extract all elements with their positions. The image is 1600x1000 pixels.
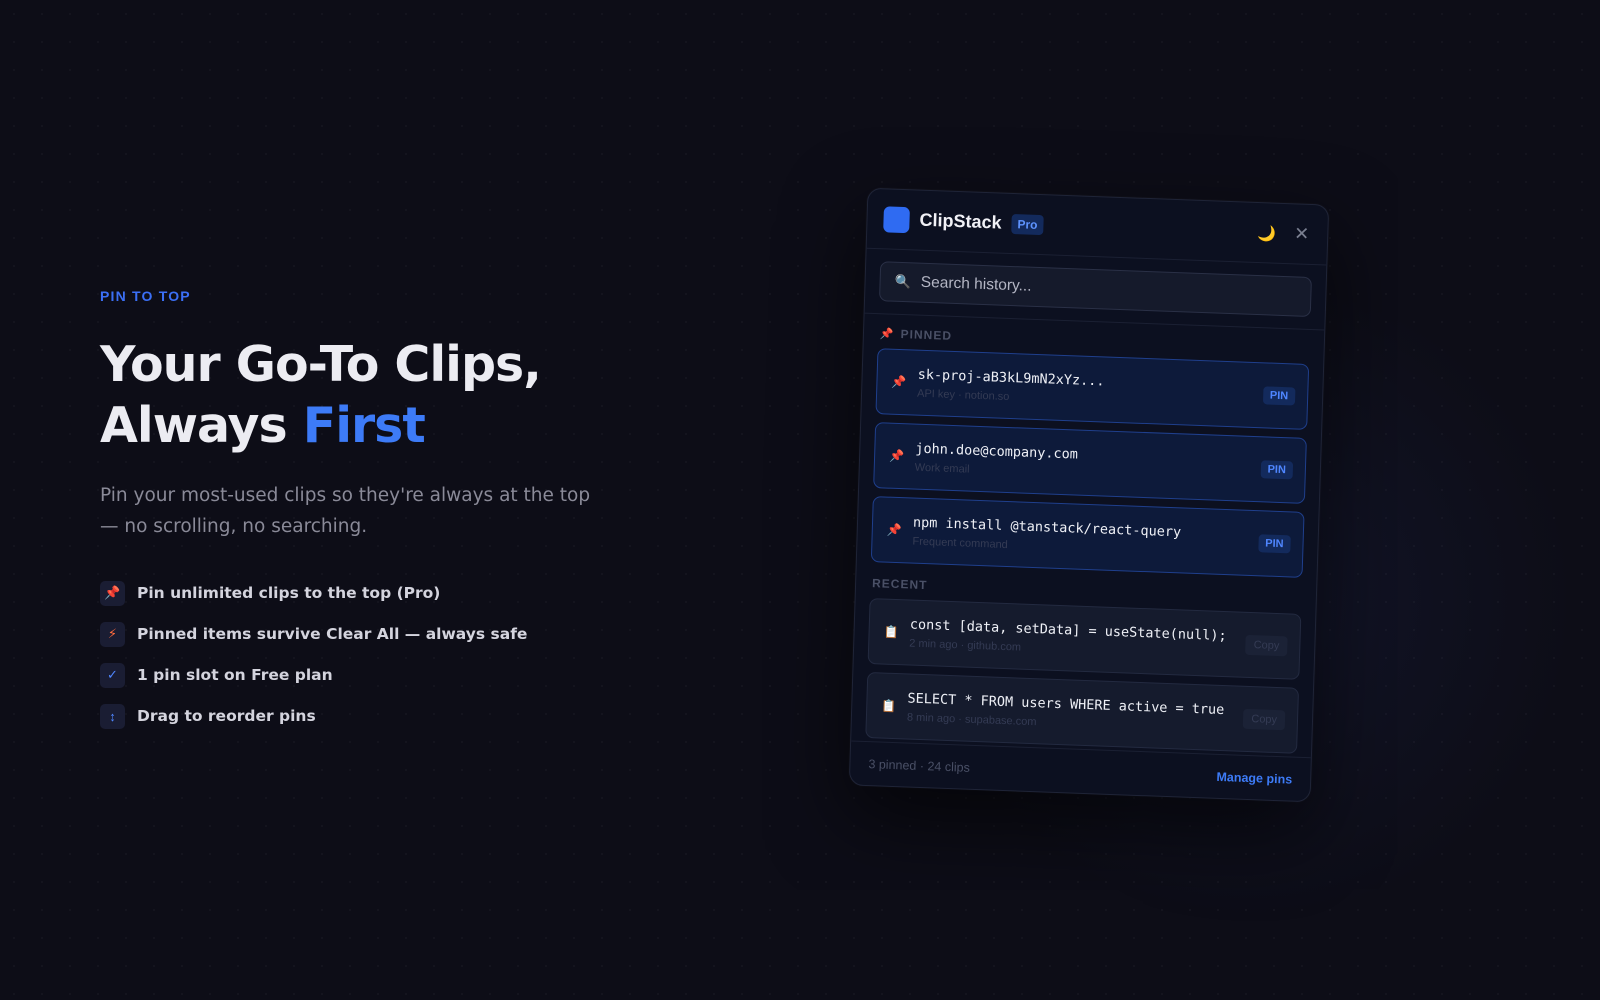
manage-pins-link[interactable]: Manage pins	[1216, 769, 1292, 786]
app-logo	[883, 205, 910, 233]
pin-icon: 📌	[100, 580, 125, 606]
clipboard-icon: 📋	[881, 698, 897, 714]
moon-icon[interactable]: 🌙	[1257, 224, 1276, 243]
feature-item: 📌 Pin unlimited clips to the top (Pro)	[100, 580, 660, 606]
pro-badge: Pro	[1011, 213, 1044, 235]
feature-text: 1 pin slot on Free plan	[137, 666, 333, 684]
feature-list: 📌 Pin unlimited clips to the top (Pro) ⚡…	[100, 580, 660, 729]
feature-item: ⚡ Pinned items survive Clear All — alway…	[100, 621, 660, 647]
feature-item: ↕ Drag to reorder pins	[100, 703, 660, 729]
headline: Your Go-To Clips, Always First	[100, 334, 660, 456]
feature-text: Drag to reorder pins	[137, 707, 316, 725]
pin-icon: 📌	[879, 327, 895, 341]
feature-text: Pinned items survive Clear All — always …	[137, 625, 528, 643]
reorder-arrows-icon: ↕	[100, 703, 125, 729]
pin-icon[interactable]: 📌	[891, 375, 913, 390]
recent-clip[interactable]: 📋 SELECT * FROM users WHERE active = tru…	[865, 671, 1300, 754]
search-box: 🔍	[878, 261, 1312, 318]
pinned-clip[interactable]: 📌 npm install @tanstack/react-query Freq…	[870, 496, 1305, 578]
bolt-icon: ⚡	[100, 621, 125, 647]
close-icon[interactable]: ✕	[1294, 223, 1310, 245]
copy-button[interactable]: Copy	[1245, 634, 1288, 657]
hero-copy: PIN TO TOP Your Go-To Clips, Always Firs…	[100, 288, 660, 744]
headline-line-1: Your Go-To Clips,	[100, 336, 542, 393]
pin-icon[interactable]: 📌	[887, 523, 909, 538]
pin-badge[interactable]: PIN	[1257, 534, 1291, 554]
pin-badge[interactable]: PIN	[1260, 460, 1294, 480]
search-input[interactable]	[920, 273, 1297, 306]
feature-item: ✓ 1 pin slot on Free plan	[100, 662, 660, 688]
app-name: ClipStack	[919, 209, 1002, 233]
clipboard-icon: 📋	[883, 624, 899, 640]
eyebrow-label: PIN TO TOP	[100, 288, 191, 304]
feature-text: Pin unlimited clips to the top (Pro)	[137, 584, 441, 602]
headline-line-2: Always	[100, 397, 303, 454]
copy-button[interactable]: Copy	[1243, 708, 1286, 731]
search-icon: 🔍	[894, 273, 912, 290]
pin-icon[interactable]: 📌	[889, 449, 911, 464]
pin-badge[interactable]: PIN	[1262, 386, 1296, 406]
clipstack-window: ClipStack Pro 🌙 ✕ 🔍 📌 PINNED 📌 sk-proj-a…	[848, 187, 1330, 803]
pinned-clip[interactable]: 📌 john.doe@company.com Work email PIN	[873, 422, 1307, 504]
headline-accent: First	[302, 397, 426, 454]
footer-stats: 3 pinned · 24 clips	[868, 756, 971, 775]
check-icon: ✓	[100, 662, 125, 688]
subtitle: Pin your most-used clips so they're alwa…	[100, 485, 591, 537]
